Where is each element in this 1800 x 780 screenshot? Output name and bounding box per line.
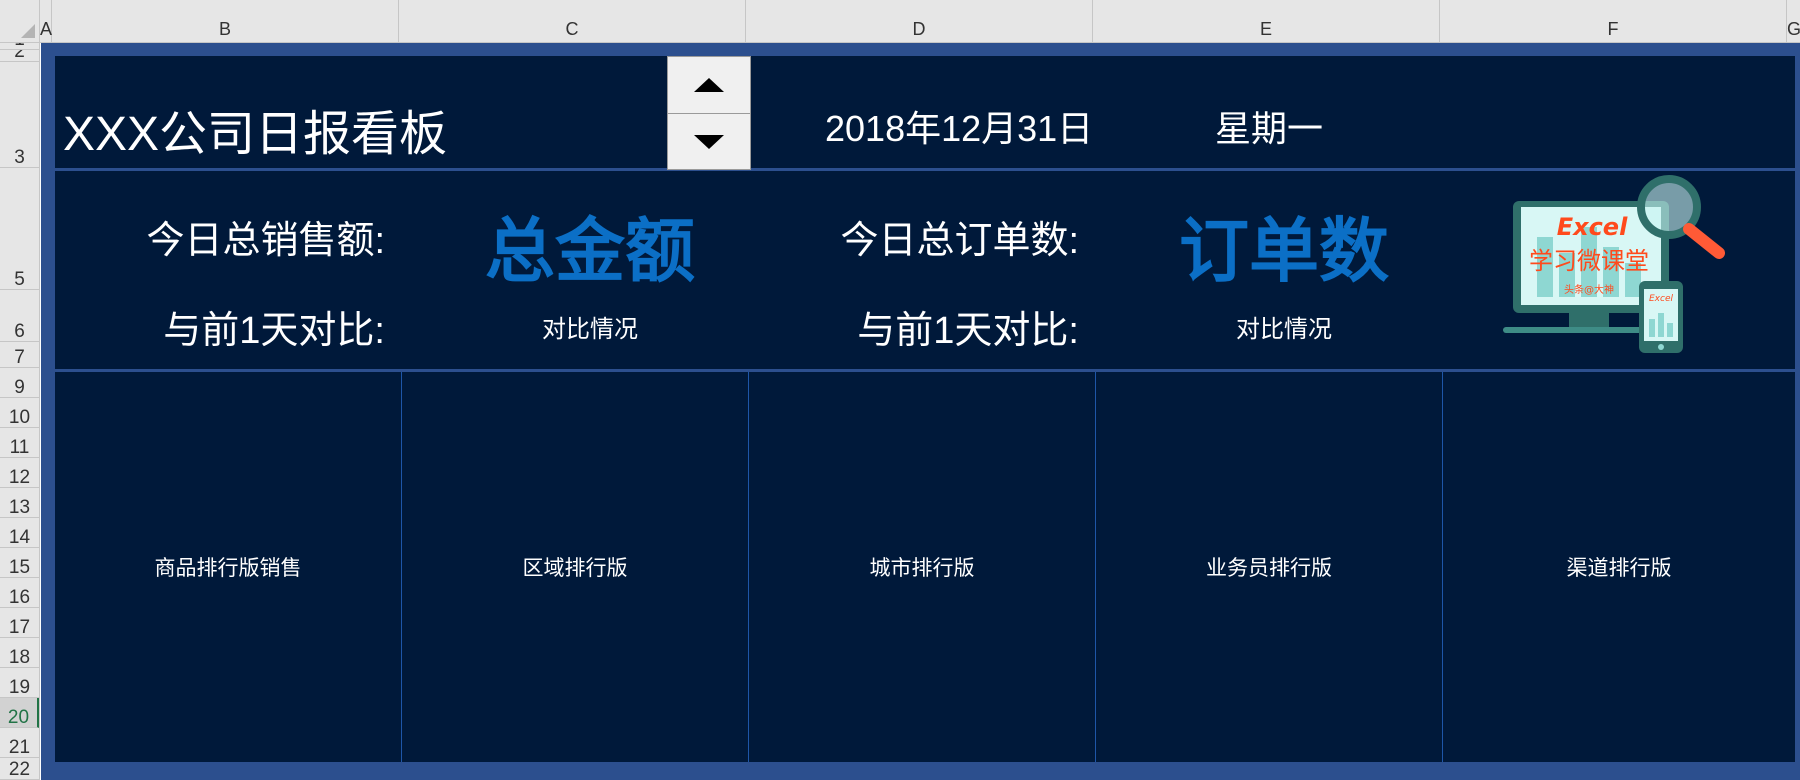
row-header[interactable]: 6	[0, 290, 39, 342]
arrow-down-icon	[694, 135, 724, 149]
ranking-panel: 商品排行版销售 区域排行版 城市排行版 业务员排行版 渠道排行版	[55, 372, 1795, 762]
sales-value: 总金额	[485, 209, 695, 292]
row-header[interactable]: 7	[0, 342, 39, 368]
row-header[interactable]: 15	[0, 548, 39, 578]
city-ranking-cell[interactable]: 城市排行版	[749, 372, 1096, 762]
select-all-corner[interactable]	[0, 0, 40, 43]
region-ranking-cell[interactable]: 区域排行版	[402, 372, 749, 762]
column-header-a[interactable]: A	[40, 0, 52, 42]
row-header[interactable]: 2	[0, 50, 39, 62]
kpi-panel: 今日总销售额: 总金额 与前1天对比: 对比情况 今日总订单数: 订单数 与前1…	[55, 171, 1795, 369]
logo-excel-text: Excel	[1557, 213, 1628, 241]
weekday: 星期一	[1215, 108, 1324, 149]
row-header-bar: 1 2 3 5 6 7 9 10 11 12 13 14 15 16 17 18…	[0, 43, 40, 780]
row-header[interactable]: 21	[0, 728, 39, 758]
dashboard-frame: XXX公司日报看板 2018年12月31日 星期一 今日总销售额: 总金额 与前…	[41, 43, 1800, 780]
row-header[interactable]: 9	[0, 368, 39, 398]
orders-value: 订单数	[1179, 209, 1389, 292]
date-spinner[interactable]	[667, 56, 751, 170]
row-header[interactable]: 18	[0, 638, 39, 668]
arrow-up-icon	[694, 78, 724, 92]
excel-classroom-logo: Excel 学习微课堂 头条@大神 Excel	[1503, 175, 1725, 353]
channel-ranking-cell[interactable]: 渠道排行版	[1443, 372, 1795, 762]
row-header[interactable]: 16	[0, 578, 39, 608]
title-panel: XXX公司日报看板 2018年12月31日 星期一	[55, 56, 1795, 170]
row-header[interactable]: 3	[0, 62, 39, 168]
row-header[interactable]: 19	[0, 668, 39, 698]
column-header-d[interactable]: D	[746, 0, 1093, 42]
dashboard-title: XXX公司日报看板	[63, 108, 448, 161]
logo-author-text: 头条@大神	[1564, 283, 1614, 296]
salesperson-ranking-cell[interactable]: 业务员排行版	[1096, 372, 1443, 762]
column-header-g[interactable]: G	[1787, 0, 1800, 42]
column-header-b[interactable]: B	[52, 0, 399, 42]
column-header-c[interactable]: C	[399, 0, 746, 42]
row-header[interactable]: 11	[0, 428, 39, 458]
row-header[interactable]: 1	[0, 43, 39, 50]
row-header[interactable]: 22	[0, 758, 39, 780]
orders-compare-label: 与前1天对比:	[857, 310, 1079, 352]
product-ranking-cell[interactable]: 商品排行版销售	[55, 372, 402, 762]
sales-compare-label: 与前1天对比:	[163, 310, 385, 352]
salesperson-ranking-label: 业务员排行版	[1206, 557, 1332, 580]
row-header[interactable]: 14	[0, 518, 39, 548]
column-header-e[interactable]: E	[1093, 0, 1440, 42]
row-header[interactable]: 10	[0, 398, 39, 428]
logo-phone-text: Excel	[1649, 294, 1673, 304]
row-header[interactable]: 5	[0, 168, 39, 290]
spinner-down-button[interactable]	[668, 114, 750, 170]
column-header-bar: A B C D E F G	[40, 0, 1800, 43]
row-header[interactable]: 17	[0, 608, 39, 638]
orders-label: 今日总订单数:	[840, 220, 1079, 262]
row-header[interactable]: 13	[0, 488, 39, 518]
row-header[interactable]: 12	[0, 458, 39, 488]
city-ranking-label: 城市排行版	[869, 557, 975, 580]
report-date: 2018年12月31日	[825, 108, 1094, 149]
region-ranking-label: 区域排行版	[522, 557, 628, 580]
select-all-triangle-icon	[21, 24, 35, 38]
product-ranking-label: 商品排行版销售	[154, 557, 302, 580]
row-header-selected[interactable]: 20	[0, 698, 39, 728]
orders-compare-value: 对比情况	[1236, 316, 1332, 343]
sales-label: 今日总销售额:	[146, 220, 385, 262]
logo-classroom-text: 学习微课堂	[1529, 247, 1649, 275]
spinner-up-button[interactable]	[668, 57, 750, 114]
sales-compare-value: 对比情况	[542, 316, 638, 343]
column-header-f[interactable]: F	[1440, 0, 1787, 42]
channel-ranking-label: 渠道排行版	[1566, 557, 1672, 580]
